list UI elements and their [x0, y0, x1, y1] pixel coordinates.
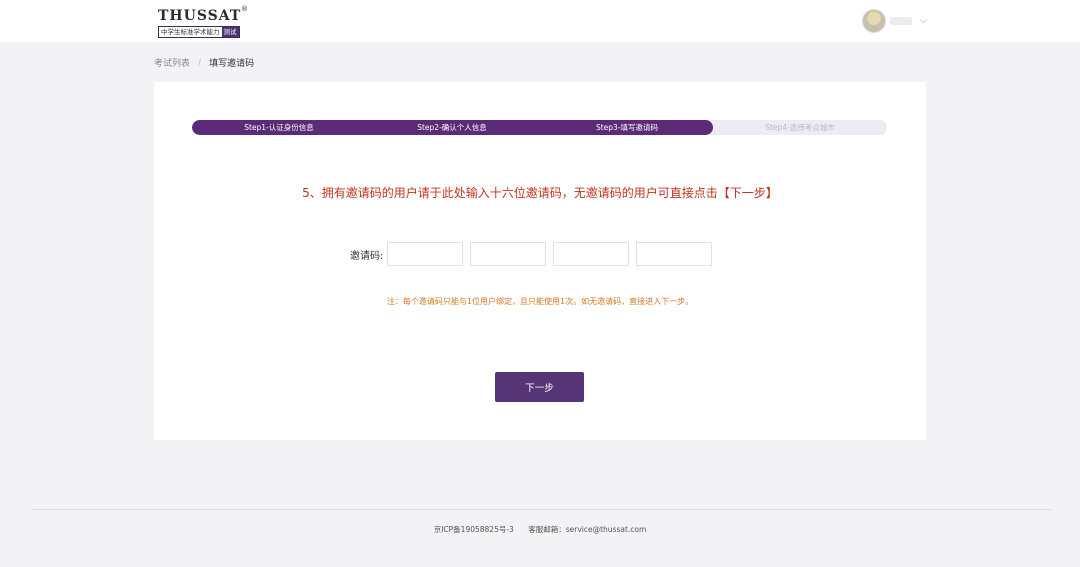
step-3-label: Step3-填写邀请码 [595, 123, 659, 132]
footer: 京ICP备19058825号-3 客服邮箱：service@thussat.co… [0, 524, 1080, 535]
invite-code-input-3[interactable] [553, 242, 630, 266]
avatar[interactable] [862, 9, 886, 33]
step-4-label: Step4-选择考点城市 [765, 123, 835, 132]
breadcrumb-current: 填写邀请码 [209, 59, 255, 69]
invite-note: 注：每个邀请码只能与1位用户绑定，且只能使用1次。如无邀请码，直接进入下一步。 [386, 297, 694, 306]
icp-number[interactable]: 京ICP备19058825号-3 [434, 525, 514, 534]
footer-divider [31, 509, 1051, 510]
invite-instruction: 5、拥有邀请码的用户请于此处输入十六位邀请码，无邀请码的用户可直接点击【下一步】 [302, 186, 778, 200]
top-header: THUSSAT ® 中学生标准学术能力 测试 ⌵ [0, 0, 1080, 42]
step-progress-bar: Step1-认证身份信息 Step2-确认个人信息 Step3-填写邀请码 St… [192, 120, 887, 135]
step-2-label: Step2-确认个人信息 [417, 123, 487, 132]
username-blurred[interactable] [890, 17, 912, 25]
logo-title: THUSSAT [158, 8, 242, 24]
user-menu[interactable]: ⌵ [862, 9, 927, 33]
next-step-button[interactable]: 下一步 [495, 372, 584, 402]
invite-code-input-1[interactable] [387, 242, 464, 266]
invite-code-input-4[interactable] [636, 242, 713, 266]
invite-code-row: 邀请码: [350, 242, 719, 266]
invite-code-label: 邀请码: [350, 250, 384, 262]
logo-badge: 测试 [221, 27, 239, 37]
service-email-group: 客服邮箱：service@thussat.com [528, 525, 646, 534]
service-email-label: 客服邮箱： [528, 525, 566, 534]
breadcrumb: 考试列表 / 填写邀请码 [154, 56, 255, 70]
thussat-logo[interactable]: THUSSAT ® 中学生标准学术能力 测试 [158, 5, 248, 38]
breadcrumb-exam-list[interactable]: 考试列表 [154, 56, 190, 69]
chevron-down-icon[interactable]: ⌵ [920, 16, 927, 26]
invite-code-input-2[interactable] [470, 242, 547, 266]
logo-registered-mark: ® [241, 5, 248, 13]
breadcrumb-separator: / [198, 57, 202, 68]
step-1-label: Step1-认证身份信息 [244, 123, 314, 132]
invite-code-card: Step1-认证身份信息 Step2-确认个人信息 Step3-填写邀请码 St… [154, 82, 926, 440]
service-email[interactable]: service@thussat.com [566, 525, 647, 534]
logo-subtitle: 中学生标准学术能力 测试 [158, 26, 240, 38]
logo-subtitle-text: 中学生标准学术能力 [161, 28, 220, 36]
